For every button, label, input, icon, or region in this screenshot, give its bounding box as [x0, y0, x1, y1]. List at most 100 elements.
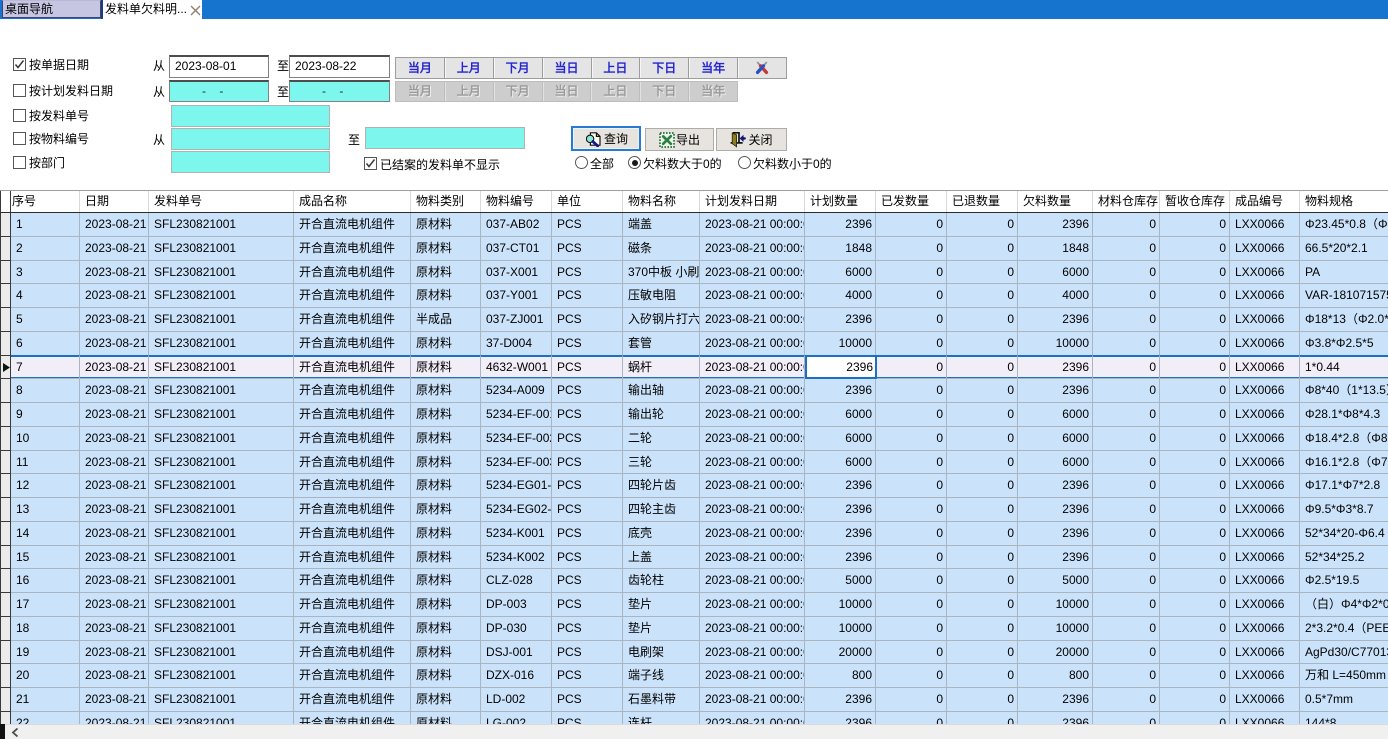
cell-returned[interactable]: 0: [947, 688, 1018, 712]
cell-order[interactable]: SFL230821001: [149, 712, 294, 724]
gutter-cell[interactable]: [0, 712, 11, 724]
cell-issued[interactable]: 0: [876, 664, 947, 688]
gutter-cell[interactable]: [0, 451, 11, 475]
cell-issued[interactable]: 0: [876, 641, 947, 665]
cell-issued[interactable]: 0: [876, 617, 947, 641]
gutter-cell[interactable]: [0, 522, 11, 546]
cell-spec[interactable]: （白）Φ4*Φ2*0.3: [1300, 593, 1388, 617]
cell-pcode[interactable]: LXX0066: [1230, 664, 1300, 688]
cell-matstock[interactable]: 0: [1093, 593, 1160, 617]
cell-unit[interactable]: PCS: [552, 427, 623, 451]
cell-issued[interactable]: 0: [876, 261, 947, 285]
cell-name[interactable]: 输出轮: [623, 403, 700, 427]
cell-date[interactable]: 2023-08-21: [80, 308, 149, 332]
cell-returned[interactable]: 0: [947, 617, 1018, 641]
cell-shortage[interactable]: 6000: [1018, 403, 1093, 427]
cell-issued[interactable]: 0: [876, 688, 947, 712]
scrollbar-grip[interactable]: [0, 724, 5, 739]
cell-order[interactable]: SFL230821001: [149, 546, 294, 570]
cell-date[interactable]: 2023-08-21: [80, 356, 149, 380]
cell-order[interactable]: SFL230821001: [149, 498, 294, 522]
cell-order[interactable]: SFL230821001: [149, 664, 294, 688]
cell-matstock[interactable]: 0: [1093, 498, 1160, 522]
mat-code-checkbox[interactable]: [13, 132, 26, 145]
cell-cat[interactable]: 原材料: [411, 498, 481, 522]
doc-date-from-input[interactable]: 2023-08-01: [169, 55, 269, 78]
cell-name[interactable]: 连杆: [623, 712, 700, 724]
cell-order[interactable]: SFL230821001: [149, 284, 294, 308]
cell-seq[interactable]: 14: [11, 522, 80, 546]
header-cell-pcode[interactable]: 成品编号: [1230, 191, 1300, 212]
cell-code[interactable]: DZX-016: [481, 664, 552, 688]
cell-product[interactable]: 开合直流电机组件: [294, 403, 411, 427]
header-cell-seq[interactable]: 序号: [11, 191, 80, 212]
cell-planqty[interactable]: 6000: [805, 403, 876, 427]
cell-returned[interactable]: 0: [947, 593, 1018, 617]
cell-returned[interactable]: 0: [947, 474, 1018, 498]
cell-spec[interactable]: Φ18.4*2.8（Φ8）: [1300, 427, 1388, 451]
cell-product[interactable]: 开合直流电机组件: [294, 688, 411, 712]
cell-issued[interactable]: 0: [876, 213, 947, 237]
cell-order[interactable]: SFL230821001: [149, 213, 294, 237]
cell-cat[interactable]: 原材料: [411, 474, 481, 498]
cell-seq[interactable]: 12: [11, 474, 80, 498]
table-row[interactable]: 82023-08-21SFL230821001开合直流电机组件原材料5234-A…: [0, 379, 1388, 403]
cell-matstock[interactable]: 0: [1093, 308, 1160, 332]
cell-spec[interactable]: 66.5*20*2.1: [1300, 237, 1388, 261]
cell-tempstock[interactable]: 0: [1160, 308, 1230, 332]
gutter-cell[interactable]: [0, 427, 11, 451]
cell-shortage[interactable]: 10000: [1018, 593, 1093, 617]
cell-order[interactable]: SFL230821001: [149, 379, 294, 403]
cell-seq[interactable]: 18: [11, 617, 80, 641]
cell-order[interactable]: SFL230821001: [149, 641, 294, 665]
gutter-cell[interactable]: [0, 546, 11, 570]
cell-tempstock[interactable]: 0: [1160, 522, 1230, 546]
cell-product[interactable]: 开合直流电机组件: [294, 451, 411, 475]
gutter-cell[interactable]: [0, 641, 11, 665]
scroll-left-icon[interactable]: [11, 728, 21, 737]
cell-seq[interactable]: 10: [11, 427, 80, 451]
cell-code[interactable]: 5234-K001: [481, 522, 552, 546]
cell-unit[interactable]: PCS: [552, 213, 623, 237]
cell-seq[interactable]: 16: [11, 569, 80, 593]
cell-returned[interactable]: 0: [947, 712, 1018, 724]
cell-shortage[interactable]: 6000: [1018, 451, 1093, 475]
cell-matstock[interactable]: 0: [1093, 284, 1160, 308]
cell-unit[interactable]: PCS: [552, 308, 623, 332]
cell-date[interactable]: 2023-08-21: [80, 688, 149, 712]
cell-pcode[interactable]: LXX0066: [1230, 403, 1300, 427]
header-cell-matstock[interactable]: 材料仓库存: [1093, 191, 1160, 212]
cell-cat[interactable]: 原材料: [411, 569, 481, 593]
cell-planqty[interactable]: 10000: [805, 332, 876, 356]
cell-product[interactable]: 开合直流电机组件: [294, 308, 411, 332]
cell-date[interactable]: 2023-08-21: [80, 712, 149, 724]
cell-unit[interactable]: PCS: [552, 664, 623, 688]
cell-issued[interactable]: 0: [876, 308, 947, 332]
cell-order[interactable]: SFL230821001: [149, 451, 294, 475]
header-cell-planqty[interactable]: 计划数量: [805, 191, 876, 212]
cell-planqty[interactable]: 2396: [805, 546, 876, 570]
cell-matstock[interactable]: 0: [1093, 237, 1160, 261]
cell-cat[interactable]: 原材料: [411, 546, 481, 570]
cell-pcode[interactable]: LXX0066: [1230, 522, 1300, 546]
gutter-cell[interactable]: [0, 332, 11, 356]
cell-tempstock[interactable]: 0: [1160, 593, 1230, 617]
cell-planqty[interactable]: 2396: [805, 379, 876, 403]
header-cell-product[interactable]: 成品名称: [294, 191, 411, 212]
cell-name[interactable]: 三轮: [623, 451, 700, 475]
cell-date[interactable]: 2023-08-21: [80, 569, 149, 593]
cell-cat[interactable]: 原材料: [411, 213, 481, 237]
cell-unit[interactable]: PCS: [552, 641, 623, 665]
header-cell-shortage[interactable]: 欠料数量: [1018, 191, 1093, 212]
gutter-cell[interactable]: [0, 308, 11, 332]
cell-date[interactable]: 2023-08-21: [80, 498, 149, 522]
cell-plandate[interactable]: 2023-08-21 00:00:00: [700, 356, 805, 380]
cell-spec[interactable]: 万和 L=450mm（白）: [1300, 664, 1388, 688]
table-row[interactable]: 162023-08-21SFL230821001开合直流电机组件原材料CLZ-0…: [0, 569, 1388, 593]
radio-2[interactable]: [738, 156, 751, 169]
cell-date[interactable]: 2023-08-21: [80, 427, 149, 451]
cell-cat[interactable]: 半成品: [411, 308, 481, 332]
gutter-cell[interactable]: [0, 261, 11, 285]
cell-product[interactable]: 开合直流电机组件: [294, 356, 411, 380]
cell-returned[interactable]: 0: [947, 664, 1018, 688]
